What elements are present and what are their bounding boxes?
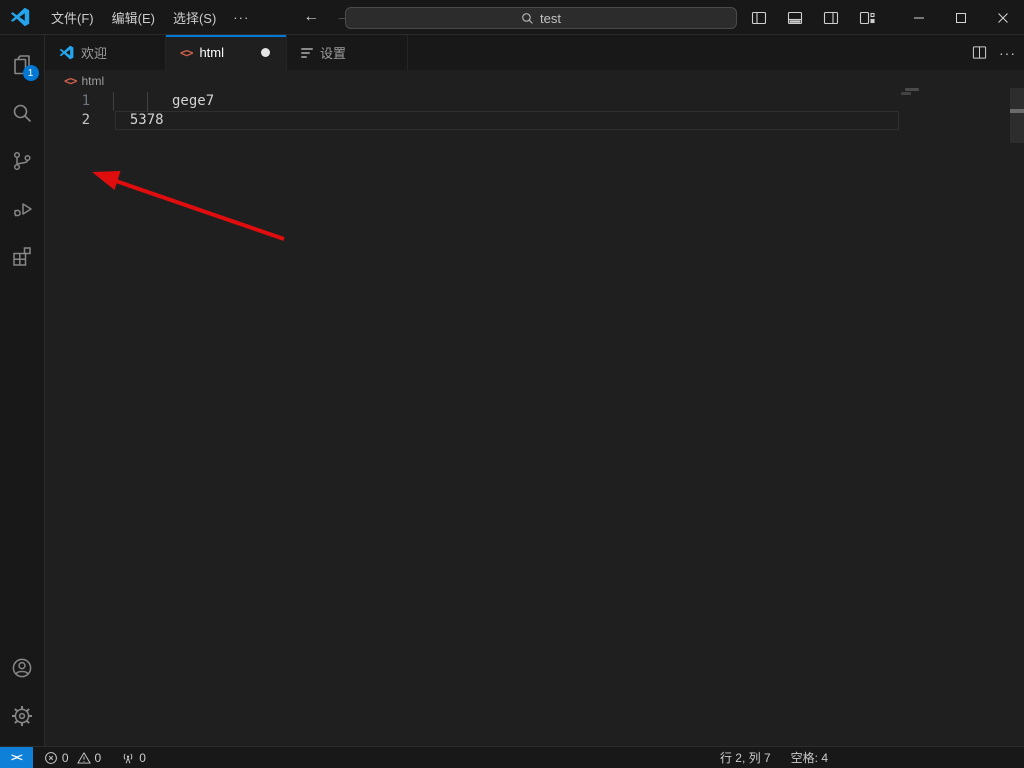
menu-file[interactable]: 文件(F) [42,4,103,31]
account-icon[interactable] [0,644,45,692]
explorer-badge: 1 [22,65,39,81]
settings-editor-icon [301,47,313,58]
tab-label: 欢迎 [81,46,108,61]
split-editor-icon[interactable] [967,41,991,65]
title-bar: 文件(F) 编辑(E) 选择(S) ··· ← → test [0,0,1024,35]
menu-overflow-button[interactable]: ··· [225,6,257,29]
tab-label: html [199,45,225,60]
maximize-button[interactable] [940,0,982,35]
error-icon [44,751,58,765]
modified-dot-icon[interactable] [261,48,270,57]
html-file-icon: <> [180,45,193,60]
ports-status[interactable]: 0 [115,747,152,768]
line-text: gege7 [113,93,215,109]
menu-edit[interactable]: 编辑(E) [103,4,164,31]
search-value: test [540,10,561,26]
html-file-icon: <> [64,74,77,88]
toggle-panel-icon[interactable] [782,6,808,30]
code-line-2[interactable]: 2 5378 [45,111,1024,130]
vscode-logo-icon [10,7,30,27]
extensions-icon[interactable] [0,233,45,281]
vscode-logo-icon [59,45,74,60]
error-count: 0 [61,750,69,765]
run-debug-icon[interactable] [0,185,45,233]
settings-gear-icon[interactable] [0,692,45,740]
tab-welcome[interactable]: 欢迎 [45,35,166,70]
problems-status[interactable]: 0 0 [38,747,107,768]
search-icon [521,12,534,25]
menu-bar: 文件(F) 编辑(E) 选择(S) ··· [42,4,257,31]
source-control-icon[interactable] [0,137,45,185]
activity-bar: 1 [0,35,45,746]
indent-guide [147,92,148,111]
remote-indicator[interactable]: >< [0,746,33,768]
overview-ruler-cursor-mark [1010,109,1024,113]
warning-count: 0 [94,750,102,765]
radio-tower-icon [121,751,135,765]
tab-settings[interactable]: 设置 [287,35,408,70]
code-line-1[interactable]: 1 gege7 [45,92,1024,111]
close-button[interactable] [982,0,1024,35]
minimap-line-mark [901,92,911,95]
tab-label: 设置 [320,46,347,61]
customize-layout-icon[interactable] [854,6,880,30]
ports-count: 0 [139,750,146,765]
breadcrumb: <> html [45,70,1024,92]
command-center-search[interactable]: test [345,7,737,29]
indent-guide [113,92,114,111]
cursor-position-status[interactable]: 行 2, 列 7 [714,747,777,768]
minimize-button[interactable] [898,0,940,35]
warning-icon [76,751,91,765]
editor-actions-more-icon[interactable]: ··· [999,45,1016,61]
line-number: 2 [81,112,90,128]
titlebar-right-actions [746,0,1024,35]
editor-scrollbar[interactable] [1010,88,1024,143]
toggle-primary-sidebar-icon[interactable] [746,6,772,30]
go-back-icon[interactable]: ← [303,8,319,26]
line-text: 5378 [113,112,164,128]
toggle-secondary-sidebar-icon[interactable] [818,6,844,30]
indentation-status[interactable]: 空格: 4 [785,747,834,768]
breadcrumb-segment[interactable]: html [81,74,104,88]
tab-bar: 欢迎 <> html 设置 ··· [45,35,1024,70]
minimap-line-mark [905,88,919,91]
tab-html[interactable]: <> html [166,35,287,70]
search-sidebar-icon[interactable] [0,89,45,137]
menu-selection[interactable]: 选择(S) [164,4,225,31]
code-editor[interactable]: 1 gege7 2 5378 [45,92,1024,746]
editor-group: 欢迎 <> html 设置 ··· <> html 1 gege7 2 5378 [45,35,1024,746]
explorer-icon[interactable]: 1 [0,41,45,89]
vscode-window: 文件(F) 编辑(E) 选择(S) ··· ← → test 1 欢迎 <> h… [0,0,1024,768]
line-number: 1 [81,93,90,109]
status-bar: >< 0 0 0 行 2, 列 7 空格: 4 [0,746,1024,768]
